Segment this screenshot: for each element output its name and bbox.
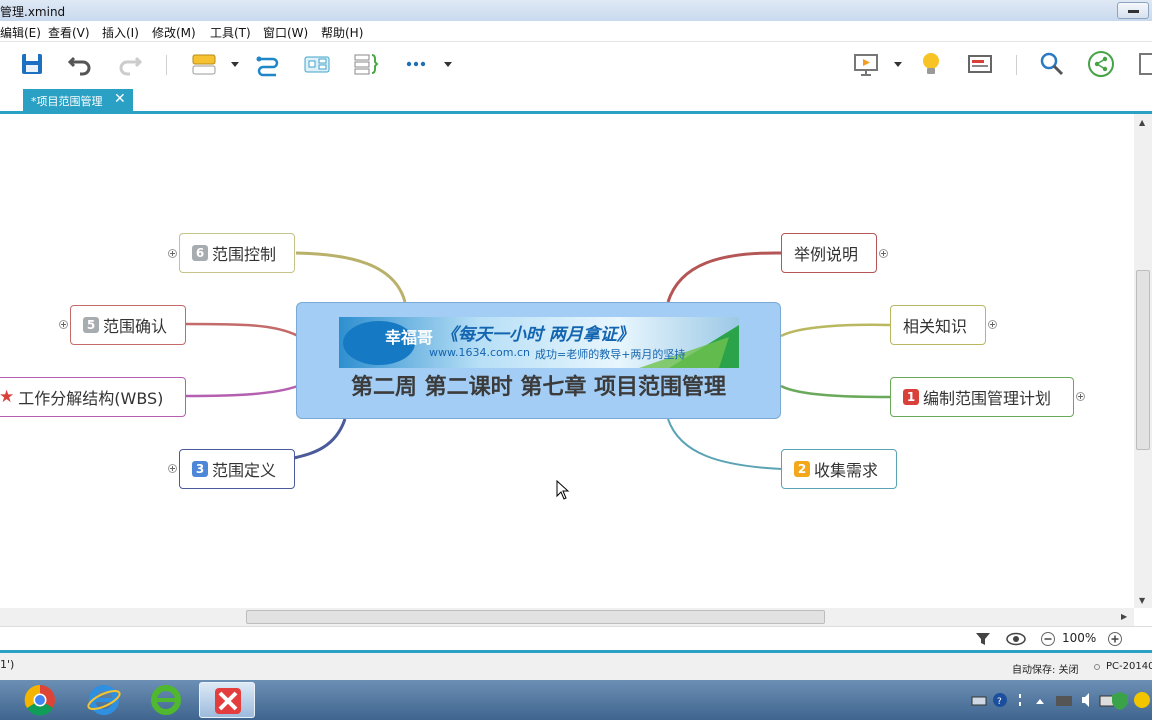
zoom-in-icon[interactable] bbox=[1107, 631, 1123, 647]
topic-plan[interactable]: 1 编制范围管理计划 bbox=[890, 377, 1074, 417]
redo-icon[interactable] bbox=[116, 50, 144, 78]
presentation-icon[interactable] bbox=[852, 50, 880, 78]
save-icon[interactable] bbox=[18, 50, 46, 78]
banner-url: www.1634.com.cn bbox=[429, 346, 530, 359]
tab-label: *项目范围管理 bbox=[31, 95, 103, 108]
scroll-down-icon[interactable]: ▼ bbox=[1139, 596, 1145, 605]
topic-scope-define[interactable]: 3 范围定义 bbox=[179, 449, 295, 489]
topic-scope-control[interactable]: 6 范围控制 bbox=[179, 233, 295, 273]
topic-label: 相关知识 bbox=[903, 317, 968, 336]
more-icon[interactable] bbox=[402, 50, 430, 78]
menu-help[interactable]: 帮助(H) bbox=[321, 24, 363, 41]
banner-motto: 成功=老师的教导+两月的坚持 bbox=[535, 348, 686, 361]
status-dot-icon bbox=[1094, 664, 1100, 670]
central-topic-title: 第二周 第二课时 第七章 项目范围管理 bbox=[351, 375, 726, 400]
more-dropdown-icon[interactable] bbox=[444, 62, 452, 67]
maximize-button[interactable] bbox=[1117, 2, 1149, 19]
topic-knowledge[interactable]: 相关知识 bbox=[890, 305, 986, 345]
vertical-scroll-thumb[interactable] bbox=[1136, 270, 1150, 450]
autosave-status[interactable]: 自动保存: 关闭 bbox=[1012, 661, 1079, 676]
editor-tab-bar bbox=[0, 88, 1152, 112]
mouse-cursor-icon bbox=[556, 480, 570, 500]
expand-icon[interactable] bbox=[988, 320, 997, 329]
computer-name: PC-20140 bbox=[1106, 661, 1152, 672]
close-icon[interactable]: ✕ bbox=[114, 91, 126, 107]
filter-icon[interactable] bbox=[975, 631, 991, 647]
summary-icon[interactable] bbox=[303, 50, 331, 78]
system-tray: ? bbox=[971, 692, 1150, 710]
scroll-up-icon[interactable]: ▲ bbox=[1139, 118, 1145, 127]
menu-bar: 编辑(E) 查看(V) 插入(I) 修改(M) 工具(T) 窗口(W) 帮助(H… bbox=[0, 21, 1152, 42]
star-icon: ★ bbox=[0, 387, 15, 407]
menu-edit[interactable]: 编辑(E) bbox=[0, 24, 41, 41]
undo-icon[interactable] bbox=[66, 50, 94, 78]
topic-label: 范围确认 bbox=[103, 317, 168, 336]
expand-icon[interactable] bbox=[1076, 392, 1085, 401]
topic-wbs[interactable]: ★ 工作分解结构(WBS) bbox=[0, 377, 186, 417]
status-left-text: 1') bbox=[0, 658, 15, 671]
topic-icon[interactable] bbox=[190, 50, 218, 78]
topic-requirements[interactable]: 2 收集需求 bbox=[781, 449, 897, 489]
expand-icon[interactable] bbox=[59, 320, 68, 329]
window-title: 管理.xmind bbox=[0, 5, 66, 19]
banner-slogan: 《每天一小时 两月拿证》 bbox=[441, 325, 634, 345]
boundary-icon[interactable] bbox=[352, 50, 380, 78]
title-bar: 管理.xmind bbox=[0, 0, 1152, 21]
menu-insert[interactable]: 插入(I) bbox=[102, 24, 139, 41]
priority-1-icon: 1 bbox=[903, 389, 919, 405]
priority-3-icon: 3 bbox=[192, 461, 208, 477]
svg-text:?: ? bbox=[997, 697, 1002, 707]
banner-logo: 幸福哥 bbox=[385, 328, 434, 347]
toolbar bbox=[0, 42, 1152, 88]
priority-6-icon: 6 bbox=[192, 245, 208, 261]
topic-label: 工作分解结构(WBS) bbox=[18, 389, 164, 408]
topic-scope-verify[interactable]: 5 范围确认 bbox=[70, 305, 186, 345]
menu-modify[interactable]: 修改(M) bbox=[152, 24, 196, 41]
view-bar: 100% bbox=[0, 626, 1152, 651]
toolbar-separator bbox=[1016, 55, 1017, 75]
topic-example[interactable]: 举例说明 bbox=[781, 233, 877, 273]
zoom-out-icon[interactable] bbox=[1040, 631, 1056, 647]
expand-icon[interactable] bbox=[168, 464, 177, 473]
relationship-icon[interactable] bbox=[254, 50, 282, 78]
vertical-scrollbar[interactable]: ▲ ▼ bbox=[1134, 114, 1152, 608]
windows-taskbar: ? bbox=[0, 680, 1152, 720]
menu-window[interactable]: 窗口(W) bbox=[263, 24, 308, 41]
central-topic[interactable]: 幸福哥 《每天一小时 两月拿证》 www.1634.com.cn 成功=老师的教… bbox=[296, 302, 781, 419]
topic-label: 范围控制 bbox=[212, 245, 277, 264]
mindmap-canvas[interactable]: 幸福哥 《每天一小时 两月拿证》 www.1634.com.cn 成功=老师的教… bbox=[0, 114, 1134, 608]
outline-icon[interactable] bbox=[966, 50, 994, 78]
zoom-level[interactable]: 100% bbox=[1062, 631, 1096, 645]
menu-view[interactable]: 查看(V) bbox=[48, 24, 90, 41]
share-icon[interactable] bbox=[1087, 50, 1115, 78]
horizontal-scroll-thumb[interactable] bbox=[246, 610, 825, 624]
topic-label: 编制范围管理计划 bbox=[923, 389, 1052, 408]
tab-project-scope[interactable]: *项目范围管理 ✕ bbox=[23, 89, 133, 111]
priority-2-icon: 2 bbox=[794, 461, 810, 477]
banner-image: 幸福哥 《每天一小时 两月拿证》 www.1634.com.cn 成功=老师的教… bbox=[339, 317, 739, 368]
chrome-icon[interactable] bbox=[12, 682, 68, 718]
export-icon[interactable] bbox=[1136, 50, 1152, 78]
eye-icon[interactable] bbox=[1006, 631, 1026, 647]
expand-icon[interactable] bbox=[879, 249, 888, 258]
topic-dropdown-icon[interactable] bbox=[231, 62, 239, 67]
toolbar-separator bbox=[166, 55, 167, 75]
topic-label: 收集需求 bbox=[814, 461, 879, 480]
topic-label: 范围定义 bbox=[212, 461, 277, 480]
topic-label: 举例说明 bbox=[794, 245, 859, 264]
expand-icon[interactable] bbox=[168, 249, 177, 258]
status-bar: 1') 自动保存: 关闭 PC-20140 bbox=[0, 653, 1152, 680]
search-icon[interactable] bbox=[1038, 50, 1066, 78]
ie-green-icon[interactable] bbox=[138, 682, 194, 718]
ie-icon[interactable] bbox=[76, 682, 132, 718]
xmind-icon[interactable] bbox=[199, 682, 255, 718]
menu-tools[interactable]: 工具(T) bbox=[210, 24, 251, 41]
maximize-icon bbox=[1128, 10, 1139, 13]
idea-icon[interactable] bbox=[917, 50, 945, 78]
priority-5-icon: 5 bbox=[83, 317, 99, 333]
scroll-right-icon[interactable]: ▶ bbox=[1121, 612, 1127, 621]
horizontal-scrollbar[interactable]: ▶ bbox=[0, 608, 1134, 626]
presentation-dropdown-icon[interactable] bbox=[894, 62, 902, 67]
